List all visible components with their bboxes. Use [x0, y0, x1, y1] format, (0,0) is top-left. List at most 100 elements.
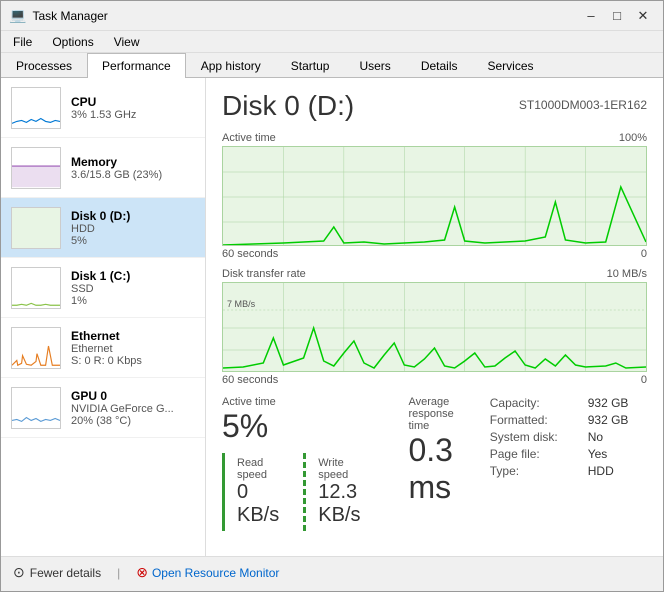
app-icon: 💻 [9, 7, 26, 24]
disk0-thumbnail [11, 207, 61, 249]
disk1-sub: SSD [71, 283, 195, 295]
transfer-rate-section: Disk transfer rate 10 MB/s [222, 268, 647, 386]
active-time-section: Active time 100% [222, 132, 647, 260]
menu-bar: File Options View [1, 31, 663, 53]
disk-title: Disk 0 (D:) [222, 90, 354, 122]
right-stat-page-file: Page file: Yes [490, 447, 663, 461]
resource-monitor-icon: ⊗ [136, 564, 148, 581]
open-resource-monitor-button[interactable]: ⊗ Open Resource Monitor [136, 564, 279, 581]
type-value: HDD [588, 464, 614, 478]
active-time-block: Active time 5% Read speed 0 KB/s Write s… [222, 396, 388, 531]
tab-services[interactable]: Services [473, 53, 549, 78]
disk1-title: Disk 1 (C:) [71, 269, 195, 283]
active-time-stat-label: Active time [222, 396, 372, 408]
maximize-button[interactable]: □ [605, 6, 629, 26]
tab-details[interactable]: Details [406, 53, 473, 78]
fewer-details-button[interactable]: ⊙ Fewer details [13, 564, 101, 581]
write-speed-block: Write speed 12.3 KB/s [303, 453, 372, 531]
response-time-label: Average response time [408, 396, 453, 432]
fewer-details-label: Fewer details [30, 566, 101, 580]
tab-app-history[interactable]: App history [186, 53, 276, 78]
ethernet-sub: Ethernet [71, 343, 195, 355]
minimize-button[interactable]: – [579, 6, 603, 26]
sidebar-item-cpu[interactable]: CPU 3% 1.53 GHz [1, 78, 205, 138]
transfer-rate-chart: 7 MB/s [222, 282, 647, 372]
app-title: Task Manager [32, 9, 107, 23]
disk0-sub: HDD [71, 223, 195, 235]
separator: | [117, 566, 120, 580]
menu-view[interactable]: View [106, 33, 148, 51]
fewer-details-icon: ⊙ [13, 564, 25, 581]
cpu-title: CPU [71, 95, 195, 109]
read-speed-value: 0 KB/s [237, 481, 279, 527]
page-file-label: Page file: [490, 447, 580, 461]
active-time-label: Active time [222, 132, 276, 144]
tab-bar: Processes Performance App history Startu… [1, 53, 663, 78]
formatted-label: Formatted: [490, 413, 580, 427]
active-time-stat-value: 5% [222, 408, 372, 445]
capacity-value: 932 GB [588, 396, 629, 410]
main-panel: Disk 0 (D:) ST1000DM003-1ER162 Active ti… [206, 78, 663, 556]
write-speed-label: Write speed [318, 457, 360, 481]
active-time-max: 100% [619, 132, 647, 144]
transfer-rate-max: 10 MB/s [607, 268, 647, 280]
type-label: Type: [490, 464, 580, 478]
right-stat-type: Type: HDD [490, 464, 663, 478]
gpu0-pct: 20% (38 °C) [71, 415, 195, 427]
page-file-value: Yes [588, 447, 608, 461]
ethernet-thumbnail [11, 327, 61, 369]
right-stats: Capacity: 932 GB Formatted: 932 GB Syste… [490, 396, 663, 531]
tab-performance[interactable]: Performance [87, 53, 186, 78]
transfer-rate-label: Disk transfer rate [222, 268, 306, 280]
active-time-footer-left: 60 seconds [222, 248, 278, 260]
ethernet-pct: S: 0 R: 0 Kbps [71, 355, 195, 367]
sidebar-item-memory[interactable]: Memory 3.6/15.8 GB (23%) [1, 138, 205, 198]
read-speed-block: Read speed 0 KB/s [222, 453, 291, 531]
active-time-chart [222, 146, 647, 246]
gpu0-title: GPU 0 [71, 389, 195, 403]
cpu-sub: 3% 1.53 GHz [71, 109, 195, 121]
sidebar-item-disk0[interactable]: Disk 0 (D:) HDD 5% [1, 198, 205, 258]
right-stat-system-disk: System disk: No [490, 430, 663, 444]
response-time-value: 0.3 ms [408, 432, 453, 506]
sidebar-item-disk1[interactable]: Disk 1 (C:) SSD 1% [1, 258, 205, 318]
right-stat-formatted: Formatted: 932 GB [490, 413, 663, 427]
memory-thumbnail [11, 147, 61, 189]
tab-users[interactable]: Users [344, 53, 405, 78]
disk1-thumbnail [11, 267, 61, 309]
stats-bottom: Active time 5% Read speed 0 KB/s Write s… [222, 396, 647, 531]
menu-file[interactable]: File [5, 33, 40, 51]
capacity-label: Capacity: [490, 396, 580, 410]
right-stat-capacity: Capacity: 932 GB [490, 396, 663, 410]
system-disk-value: No [588, 430, 603, 444]
active-time-footer-right: 0 [641, 248, 647, 260]
svg-text:7 MB/s: 7 MB/s [227, 299, 256, 309]
memory-title: Memory [71, 155, 195, 169]
gpu0-thumbnail [11, 387, 61, 429]
disk1-pct: 1% [71, 295, 195, 307]
transfer-footer-right: 0 [641, 374, 647, 386]
disk-model: ST1000DM003-1ER162 [519, 98, 647, 112]
left-stats: Active time 5% Read speed 0 KB/s Write s… [222, 396, 470, 531]
bottom-bar: ⊙ Fewer details | ⊗ Open Resource Monito… [1, 556, 663, 588]
formatted-value: 932 GB [588, 413, 629, 427]
sidebar: CPU 3% 1.53 GHz Memory 3.6/15.8 GB (23%) [1, 78, 206, 556]
disk0-pct: 5% [71, 235, 195, 247]
title-bar: 💻 Task Manager – □ ✕ [1, 1, 663, 31]
menu-options[interactable]: Options [44, 33, 101, 51]
tab-processes[interactable]: Processes [1, 53, 87, 78]
memory-sub: 3.6/15.8 GB (23%) [71, 169, 195, 181]
write-speed-value: 12.3 KB/s [318, 481, 360, 527]
sidebar-item-gpu0[interactable]: GPU 0 NVIDIA GeForce G... 20% (38 °C) [1, 378, 205, 438]
tab-startup[interactable]: Startup [276, 53, 345, 78]
sidebar-item-ethernet[interactable]: Ethernet Ethernet S: 0 R: 0 Kbps [1, 318, 205, 378]
cpu-thumbnail [11, 87, 61, 129]
open-monitor-label: Open Resource Monitor [152, 566, 279, 580]
read-speed-label: Read speed [237, 457, 279, 481]
main-content: CPU 3% 1.53 GHz Memory 3.6/15.8 GB (23%) [1, 78, 663, 556]
close-button[interactable]: ✕ [631, 6, 655, 26]
gpu0-sub: NVIDIA GeForce G... [71, 403, 195, 415]
transfer-footer-left: 60 seconds [222, 374, 278, 386]
response-time-block: Average response time 0.3 ms [408, 396, 469, 531]
system-disk-label: System disk: [490, 430, 580, 444]
